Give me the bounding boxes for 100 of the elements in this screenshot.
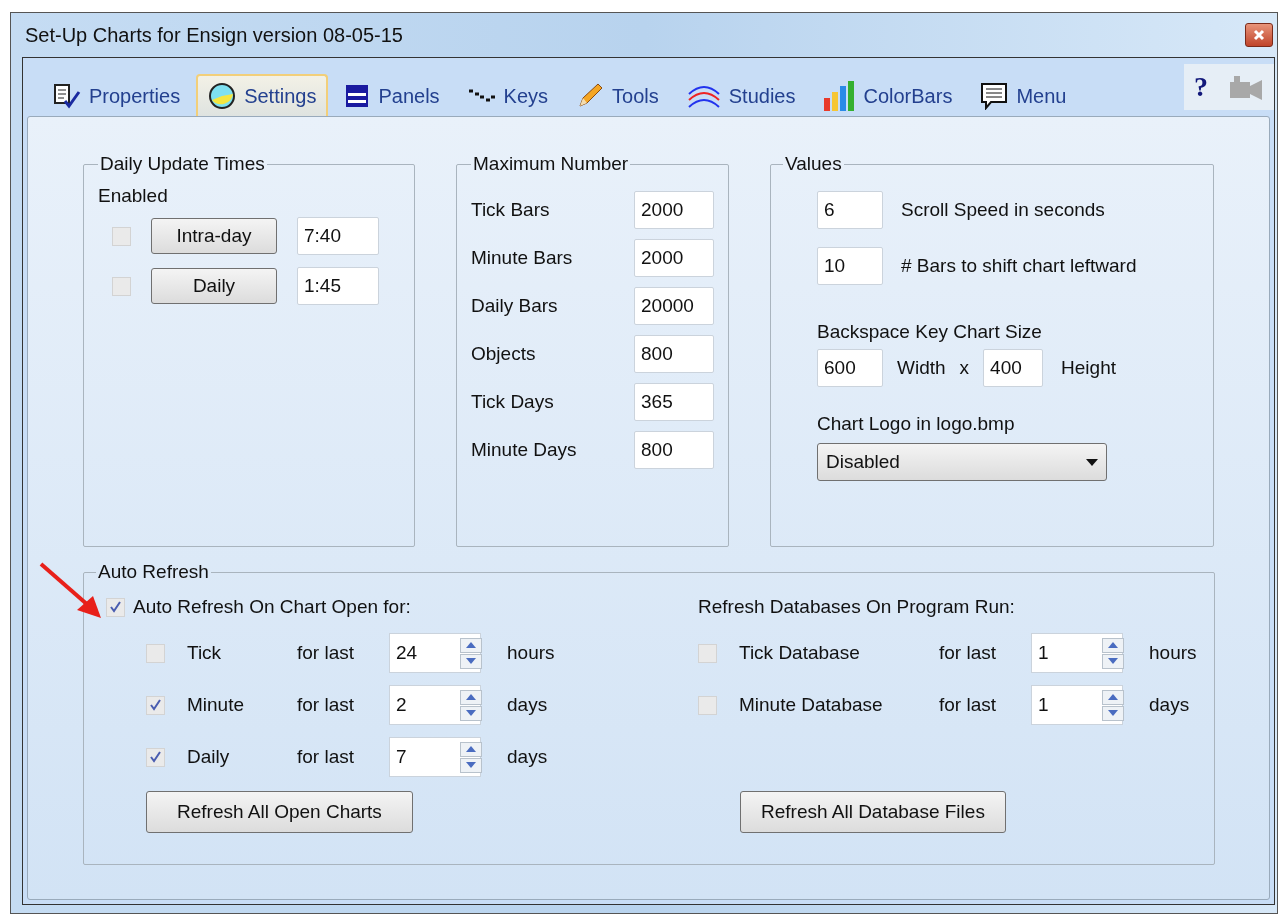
checkbox[interactable]: [146, 643, 165, 663]
checkbox-label: Auto Refresh On Chart Open for:: [133, 596, 411, 618]
checkbox[interactable]: [106, 597, 125, 617]
down-arrow-icon: [466, 762, 476, 768]
field-label: Width: [897, 357, 946, 379]
checkbox-label: Tick Database: [739, 642, 861, 664]
help-icon[interactable]: ?: [1194, 71, 1208, 103]
checkbox-label: Minute Database: [739, 694, 884, 716]
time-field[interactable]: 7:40: [297, 217, 379, 255]
spin-up-button[interactable]: [1102, 637, 1124, 653]
dots-icon: [467, 89, 496, 103]
spin-down-button[interactable]: [1102, 653, 1124, 669]
checkbox[interactable]: [112, 276, 131, 296]
column-label: Enabled: [98, 185, 168, 206]
unit-label: hours: [1149, 642, 1197, 664]
up-arrow-icon: [1108, 642, 1118, 648]
refresh-databases-button[interactable]: Refresh All Database Files: [740, 791, 1006, 833]
up-arrow-icon: [466, 642, 476, 648]
number-field[interactable]: 20000: [634, 287, 714, 325]
unit-label: hours: [507, 642, 555, 664]
field-label: Tick Bars: [471, 199, 550, 221]
tab[interactable]: Keys: [455, 74, 561, 116]
update-button[interactable]: Daily: [151, 268, 277, 304]
window-title: Set-Up Charts for Ensign version 08-05-15: [25, 23, 403, 47]
tab[interactable]: Tools: [564, 74, 671, 116]
checkbox[interactable]: [146, 747, 165, 767]
group-title: Daily Update Times: [99, 153, 266, 175]
spin-field[interactable]: 7: [389, 737, 481, 777]
spin-up-button[interactable]: [1102, 689, 1124, 705]
checkbox[interactable]: [698, 643, 717, 663]
field-label: Daily Bars: [471, 295, 558, 317]
checkbox-label: Minute: [187, 694, 246, 716]
tab[interactable]: Properties: [41, 74, 193, 116]
spin-up-button[interactable]: [460, 637, 482, 653]
field-label: for last: [297, 746, 356, 768]
spin-value[interactable]: 1: [1032, 634, 1102, 672]
refresh-charts-button[interactable]: Refresh All Open Charts: [146, 791, 413, 833]
field-label: Minute Bars: [471, 247, 573, 269]
down-arrow-icon: [1108, 710, 1118, 716]
gauge-icon: [208, 82, 237, 110]
spin-up-button[interactable]: [460, 741, 482, 757]
tab[interactable]: ColorBars: [811, 74, 965, 116]
unit-label: days: [507, 746, 548, 768]
times-sign: x: [959, 357, 970, 379]
section-label: Chart Logo in logo.bmp: [817, 413, 1016, 435]
spin-up-button[interactable]: [460, 689, 482, 705]
number-field[interactable]: 365: [634, 383, 714, 421]
number-field[interactable]: 800: [634, 431, 714, 469]
unit-label: days: [507, 694, 548, 716]
spin-down-button[interactable]: [1102, 705, 1124, 721]
section-label: Backspace Key Chart Size: [817, 321, 1043, 343]
spin-value[interactable]: 1: [1032, 686, 1102, 724]
update-button[interactable]: Intra-day: [151, 218, 277, 254]
pencil-icon: [576, 82, 605, 110]
tab[interactable]: Studies: [674, 74, 808, 116]
field-label: Tick Days: [471, 391, 554, 413]
spin-field[interactable]: 1: [1031, 633, 1123, 673]
width-field[interactable]: 600: [817, 349, 883, 387]
spin-down-button[interactable]: [460, 653, 482, 669]
checkbox[interactable]: [146, 695, 165, 715]
field-label: Objects: [471, 343, 536, 365]
close-button[interactable]: [1245, 23, 1273, 47]
number-field[interactable]: 2000: [634, 239, 714, 277]
value-field[interactable]: 10: [817, 247, 883, 285]
spin-down-button[interactable]: [460, 705, 482, 721]
height-field[interactable]: 400: [983, 349, 1044, 387]
unit-label: days: [1149, 694, 1190, 716]
bar-chart-icon: [823, 80, 856, 112]
group-title: Values: [784, 153, 843, 175]
spin-value[interactable]: 2: [390, 686, 460, 724]
checklist-icon: [53, 83, 81, 109]
spin-field[interactable]: 24: [389, 633, 481, 673]
spin-value[interactable]: 24: [390, 634, 460, 672]
down-arrow-icon: [1108, 658, 1118, 664]
field-label: Height: [1061, 357, 1116, 379]
up-arrow-icon: [466, 694, 476, 700]
speech-bubble-icon: [980, 82, 1009, 110]
field-label: for last: [939, 642, 998, 664]
checkbox-label: Daily: [187, 746, 231, 768]
spin-field[interactable]: 2: [389, 685, 481, 725]
checkbox[interactable]: [698, 695, 717, 715]
tab[interactable]: Menu: [968, 74, 1079, 116]
spin-down-button[interactable]: [460, 757, 482, 773]
time-field[interactable]: 1:45: [297, 267, 379, 305]
tab[interactable]: Panels: [332, 74, 452, 116]
number-field[interactable]: 2000: [634, 191, 714, 229]
field-label: Scroll Speed in seconds: [901, 199, 1105, 221]
tab[interactable]: Settings: [196, 74, 329, 116]
field-label: for last: [939, 694, 998, 716]
group-title: Maximum Number: [472, 153, 630, 175]
checkbox[interactable]: [112, 226, 131, 246]
spin-value[interactable]: 7: [390, 738, 460, 776]
up-arrow-icon: [466, 746, 476, 752]
value-field[interactable]: 6: [817, 191, 883, 229]
number-field[interactable]: 800: [634, 335, 714, 373]
field-label: # Bars to shift chart leftward: [901, 255, 1137, 277]
spin-field[interactable]: 1: [1031, 685, 1123, 725]
down-arrow-icon: [466, 658, 476, 664]
section-label: Refresh Databases On Program Run:: [698, 596, 1015, 618]
logo-dropdown[interactable]: Disabled: [817, 443, 1107, 481]
